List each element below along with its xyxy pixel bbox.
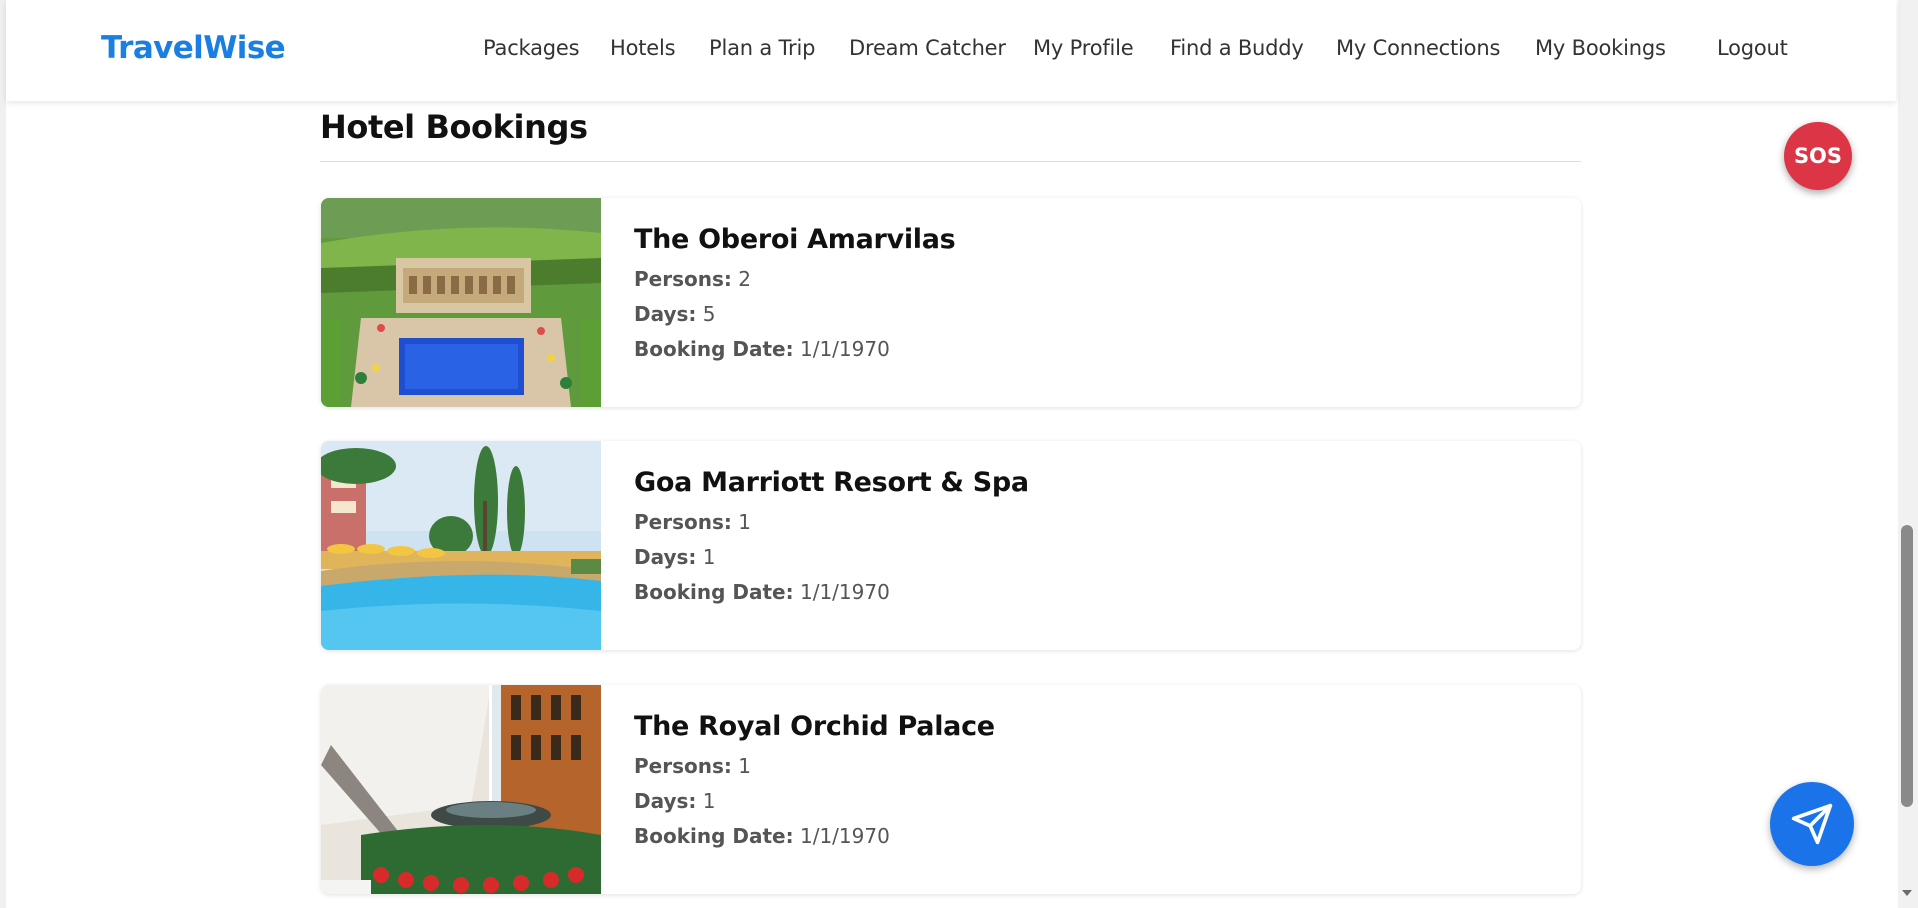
brand-logo[interactable]: TravelWise	[101, 30, 286, 66]
card-body: Goa Marriott Resort & Spa Persons: 1 Day…	[634, 467, 1029, 615]
persons-label: Persons:	[634, 267, 732, 291]
days-value: 1	[702, 545, 716, 569]
days-value: 5	[702, 302, 716, 326]
booking-date-row: Booking Date: 1/1/1970	[634, 337, 955, 361]
days-label: Days:	[634, 302, 697, 326]
card-body: The Royal Orchid Palace Persons: 1 Days:…	[634, 711, 995, 859]
booking-date-label: Booking Date:	[634, 824, 794, 848]
nav-logout[interactable]: Logout	[1717, 36, 1788, 60]
hotel-image	[321, 685, 601, 894]
nav-find-a-buddy[interactable]: Find a Buddy	[1170, 36, 1304, 60]
booking-date-value: 1/1/1970	[799, 580, 890, 604]
days-label: Days:	[634, 545, 697, 569]
nav-my-bookings[interactable]: My Bookings	[1535, 36, 1666, 60]
nav-plan-a-trip[interactable]: Plan a Trip	[709, 36, 815, 60]
scroll-down-arrow-icon[interactable]	[1901, 888, 1913, 898]
window-edge	[0, 0, 6, 908]
days-row: Days: 1	[634, 789, 995, 813]
persons-value: 1	[738, 754, 751, 778]
hotel-image	[321, 198, 601, 407]
persons-row: Persons: 2	[634, 267, 955, 291]
nav-my-connections[interactable]: My Connections	[1336, 36, 1500, 60]
booking-date-value: 1/1/1970	[799, 824, 890, 848]
section-divider	[320, 161, 1581, 162]
days-row: Days: 5	[634, 302, 955, 326]
days-value: 1	[702, 789, 716, 813]
booking-card: The Oberoi Amarvilas Persons: 2 Days: 5 …	[321, 198, 1581, 407]
persons-row: Persons: 1	[634, 510, 1029, 534]
nav-packages[interactable]: Packages	[483, 36, 580, 60]
days-label: Days:	[634, 789, 697, 813]
persons-label: Persons:	[634, 754, 732, 778]
hotel-image	[321, 441, 601, 650]
send-icon	[1791, 803, 1833, 845]
booking-date-label: Booking Date:	[634, 580, 794, 604]
persons-value: 2	[738, 267, 751, 291]
persons-row: Persons: 1	[634, 754, 995, 778]
persons-value: 1	[738, 510, 751, 534]
booking-date-row: Booking Date: 1/1/1970	[634, 580, 1029, 604]
hotel-name: The Royal Orchid Palace	[634, 711, 995, 742]
booking-date-label: Booking Date:	[634, 337, 794, 361]
navbar: TravelWise Packages Hotels Plan a Trip D…	[6, 0, 1896, 101]
booking-date-row: Booking Date: 1/1/1970	[634, 824, 995, 848]
days-row: Days: 1	[634, 545, 1029, 569]
nav-my-profile[interactable]: My Profile	[1033, 36, 1134, 60]
card-body: The Oberoi Amarvilas Persons: 2 Days: 5 …	[634, 224, 956, 372]
sos-button[interactable]: SOS	[1784, 122, 1852, 190]
hotel-name: The Oberoi Amarvilas	[634, 224, 956, 255]
booking-card: The Royal Orchid Palace Persons: 1 Days:…	[321, 685, 1581, 894]
hotel-name: Goa Marriott Resort & Spa	[634, 467, 1029, 498]
booking-date-value: 1/1/1970	[799, 337, 890, 361]
nav-hotels[interactable]: Hotels	[610, 36, 676, 60]
send-button[interactable]	[1770, 782, 1854, 866]
booking-card: Goa Marriott Resort & Spa Persons: 1 Day…	[321, 441, 1581, 650]
section-title: Hotel Bookings	[320, 108, 588, 146]
nav-dream-catcher[interactable]: Dream Catcher	[849, 36, 1006, 60]
scrollbar-thumb[interactable]	[1901, 525, 1913, 807]
persons-label: Persons:	[634, 510, 732, 534]
